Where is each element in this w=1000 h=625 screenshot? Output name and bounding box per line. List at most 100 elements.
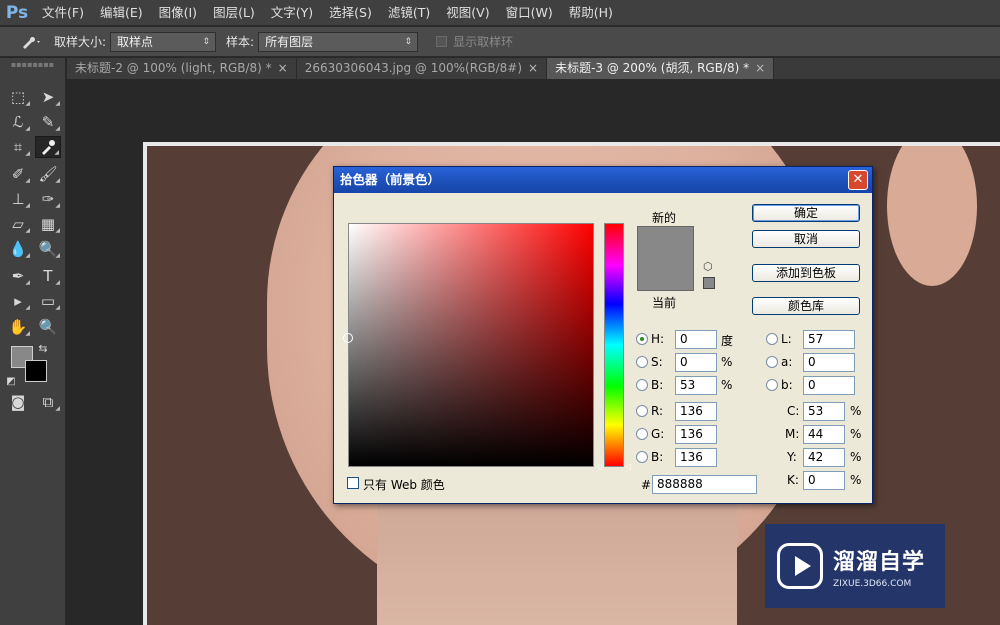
sample-select[interactable]: 所有图层 ⇕ [258, 31, 419, 52]
hue-label: H: [651, 332, 665, 346]
gradient-tool-icon[interactable]: ▦ ◢ [35, 213, 61, 235]
black-label: K: [787, 473, 799, 487]
menu-window[interactable]: 窗口(W) [498, 0, 561, 26]
menu-filter[interactable]: 滤镜(T) [380, 0, 438, 26]
blue-input[interactable]: 136 [675, 448, 717, 467]
swap-colors-icon[interactable]: ⇆ [36, 341, 50, 355]
add-to-swatches-button[interactable]: 添加到色板 [752, 264, 860, 282]
eyedropper-tool-icon[interactable]: ◢ [35, 136, 61, 158]
lab-a-radio[interactable] [766, 356, 778, 368]
menu-edit[interactable]: 编辑(E) [92, 0, 151, 26]
hue-input[interactable]: 0 [675, 330, 717, 349]
red-radio[interactable] [636, 405, 648, 417]
menu-help[interactable]: 帮助(H) [561, 0, 621, 26]
cyan-input[interactable]: 53 [803, 402, 845, 421]
lab-l-input[interactable]: 57 [803, 330, 855, 349]
menu-view[interactable]: 视图(V) [438, 0, 497, 26]
sample-size-value: 取样点 [117, 34, 154, 49]
red-input[interactable]: 136 [675, 402, 717, 421]
saturation-radio[interactable] [636, 356, 648, 368]
ear-image [887, 146, 977, 286]
screen-mode-icon[interactable]: ⧉ ◢ [35, 391, 61, 413]
marquee-tool-icon[interactable]: ⬚ ◢ [5, 86, 31, 108]
quick-mask-icon[interactable]: ◙ [5, 391, 31, 413]
brightness-radio[interactable] [636, 379, 648, 391]
tab-document-2[interactable]: 26630306043.jpg @ 100%(RGB/8#) × [296, 58, 548, 79]
dodge-tool-icon[interactable]: 🔍 ◢ [35, 238, 61, 260]
brightness-unit: % [721, 378, 733, 392]
play-logo-icon [777, 543, 823, 589]
healing-brush-tool-icon[interactable]: ✐ ◢ [5, 163, 31, 185]
menu-layer[interactable]: 图层(L) [205, 0, 263, 26]
blue-radio[interactable] [636, 451, 648, 463]
web-safe-swatch-icon[interactable] [703, 277, 715, 289]
history-brush-tool-icon[interactable]: ✑ ◢ [35, 188, 61, 210]
tab-document-1[interactable]: 未标题-2 @ 100% (light, RGB/8) * × [67, 58, 297, 79]
lab-l-radio[interactable] [766, 333, 778, 345]
lasso-tool-icon[interactable]: ℒ ◢ [5, 111, 31, 133]
brightness-input[interactable]: 53 [675, 376, 717, 395]
black-input[interactable]: 0 [803, 471, 845, 490]
magenta-input[interactable]: 44 [803, 425, 845, 444]
cancel-button[interactable]: 取消 [752, 230, 860, 248]
type-tool-icon[interactable]: T ◢ [35, 265, 61, 287]
hand-tool-icon[interactable]: ✋ ◢ [5, 316, 31, 338]
out-of-gamut-cube-icon[interactable]: ⬡ [703, 261, 715, 273]
hue-radio[interactable] [636, 333, 648, 345]
hue-slider-right-arrow-icon[interactable]: ◁ [625, 462, 631, 471]
close-tab-icon[interactable]: × [528, 61, 538, 75]
document-tabs: 未标题-2 @ 100% (light, RGB/8) * × 266303060… [67, 58, 1000, 79]
green-radio[interactable] [636, 428, 648, 440]
dropdown-arrows-icon: ⇕ [202, 36, 211, 47]
lab-b-input[interactable]: 0 [803, 376, 855, 395]
panel-grip-icon[interactable]: ▪▪▪▪▪▪▪▪ [0, 58, 65, 70]
eraser-tool-icon[interactable]: ▱ ◢ [5, 213, 31, 235]
show-sampling-ring-label: 显示取样环 [453, 35, 514, 49]
close-tab-icon[interactable]: × [278, 61, 288, 75]
menu-image[interactable]: 图像(I) [151, 0, 205, 26]
green-input[interactable]: 136 [675, 425, 717, 444]
new-color-swatch [637, 226, 694, 259]
sample-size-select[interactable]: 取样点 ⇕ [110, 31, 217, 52]
close-icon[interactable]: ✕ [848, 170, 868, 190]
zoom-tool-icon[interactable]: 🔍 [35, 316, 61, 338]
default-colors-icon[interactable]: ◩ [4, 374, 18, 388]
yellow-unit: % [850, 450, 862, 464]
menu-file[interactable]: 文件(F) [34, 0, 92, 26]
color-picker-ring[interactable] [343, 333, 353, 343]
crop-tool-icon[interactable]: ⌗ ◢ [5, 136, 31, 158]
cyan-label: C: [787, 404, 800, 418]
clone-stamp-tool-icon[interactable]: ⊥ ◢ [5, 188, 31, 210]
hue-slider-left-arrow-icon[interactable]: ◁ [596, 462, 602, 471]
hex-input[interactable]: 888888 [652, 475, 757, 494]
red-label: R: [651, 404, 664, 418]
show-sampling-ring-checkbox[interactable] [436, 36, 448, 47]
rectangle-tool-icon[interactable]: ▭ ◢ [35, 290, 61, 312]
menu-bar: Ps 文件(F) 编辑(E) 图像(I) 图层(L) 文字(Y) 选择(S) 滤… [0, 0, 1000, 26]
saturation-brightness-field[interactable] [343, 223, 594, 467]
yellow-input[interactable]: 42 [803, 448, 845, 467]
saturation-unit: % [721, 355, 733, 369]
ok-button[interactable]: 确定 [752, 204, 860, 222]
menu-type[interactable]: 文字(Y) [263, 0, 321, 26]
menu-select[interactable]: 选择(S) [321, 0, 380, 26]
path-selection-tool-icon[interactable]: ▸ ◢ [5, 290, 31, 312]
brush-tool-icon[interactable]: 🖌 ◢ [35, 163, 61, 185]
move-tool-icon[interactable]: ➤ ◢ [35, 86, 61, 108]
color-libraries-button[interactable]: 颜色库 [752, 297, 860, 315]
pen-tool-icon[interactable]: ✒ ◢ [5, 265, 31, 287]
hue-slider[interactable] [604, 223, 624, 467]
dialog-titlebar[interactable]: 拾色器（前景色） ✕ [334, 167, 872, 193]
tab-document-3[interactable]: 未标题-3 @ 200% (胡须, RGB/8) * × [547, 58, 775, 79]
current-color-swatch[interactable] [637, 259, 694, 291]
web-colors-only-checkbox[interactable] [347, 477, 359, 489]
quick-selection-tool-icon[interactable]: ✎ ◢ [35, 111, 61, 133]
eyedropper-preset-icon[interactable] [0, 27, 54, 57]
close-tab-icon[interactable]: × [755, 61, 765, 75]
show-sampling-ring-option[interactable]: 显示取样环 [436, 33, 513, 50]
blur-tool-icon[interactable]: 💧 ◢ [5, 238, 31, 260]
lab-b-radio[interactable] [766, 379, 778, 391]
background-color-swatch[interactable] [25, 360, 47, 382]
saturation-input[interactable]: 0 [675, 353, 717, 372]
lab-a-input[interactable]: 0 [803, 353, 855, 372]
